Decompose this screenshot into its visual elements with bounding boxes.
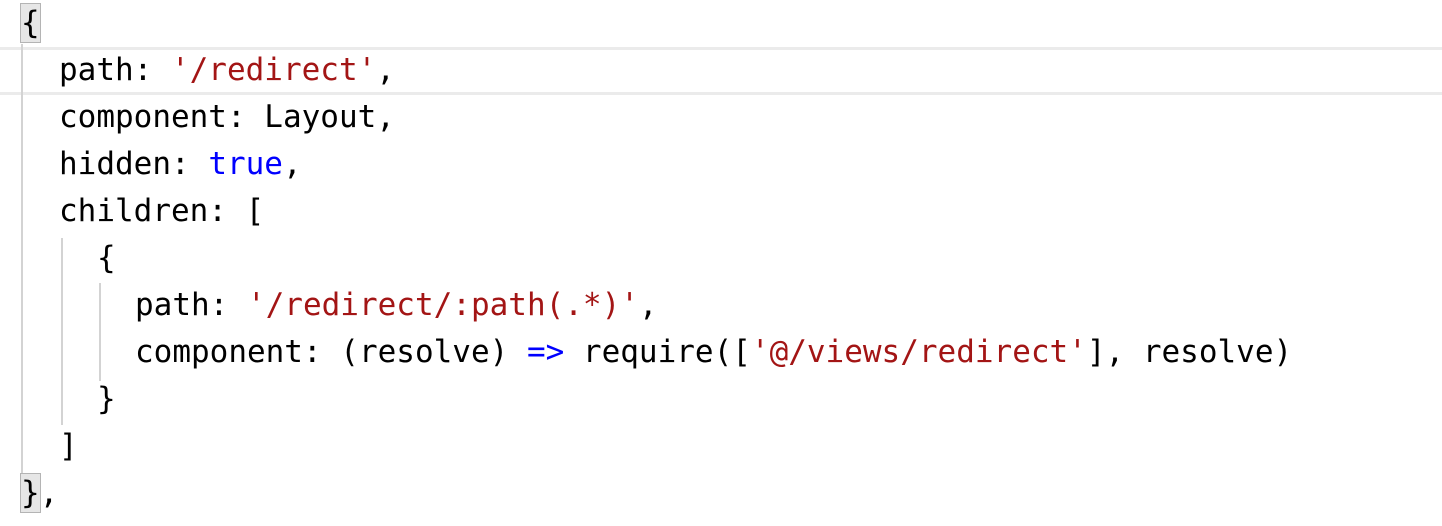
matched-brace: } xyxy=(20,473,41,513)
code-token: , xyxy=(376,52,395,88)
code-token: children: [ xyxy=(59,193,265,229)
indent-guide xyxy=(61,238,63,425)
code-token: path: xyxy=(59,52,171,88)
keyword-token: true xyxy=(208,146,283,182)
code-line[interactable]: component: Layout, xyxy=(59,94,395,141)
code-token: } xyxy=(97,381,116,417)
code-line[interactable]: path: '/redirect', xyxy=(59,47,395,94)
code-line[interactable]: ] xyxy=(59,423,78,470)
code-token: ], resolve) xyxy=(1086,334,1293,370)
code-line[interactable]: children: [ xyxy=(59,188,264,235)
code-token: , xyxy=(282,146,302,182)
indent-guide xyxy=(99,283,101,381)
indent-guide xyxy=(21,44,23,480)
code-line[interactable]: component: (resolve) => require(['@/view… xyxy=(135,329,1292,376)
string-token: '@/views/redirect' xyxy=(750,334,1087,370)
code-token: component: Layout, xyxy=(59,99,395,135)
string-token: '/redirect' xyxy=(170,52,377,88)
code-token: require([ xyxy=(564,334,751,370)
code-token: component: (resolve) xyxy=(135,334,527,370)
code-token: , xyxy=(39,475,59,511)
code-line[interactable]: hidden: true, xyxy=(59,141,302,188)
code-token: ] xyxy=(59,428,78,464)
code-line[interactable]: } xyxy=(97,376,116,423)
code-line[interactable]: { xyxy=(97,235,116,282)
code-token: { xyxy=(97,240,116,276)
code-token: hidden: xyxy=(59,146,209,182)
code-editor[interactable]: { path: '/redirect', component: Layout, hid… xyxy=(0,0,1442,526)
matched-brace: { xyxy=(20,3,41,43)
code-token: path: xyxy=(135,287,247,323)
code-line[interactable]: }, xyxy=(20,470,59,517)
operator-token: => xyxy=(526,334,565,370)
string-token: '/redirect/:path(.*)' xyxy=(246,287,639,323)
code-line[interactable]: path: '/redirect/:path(.*)', xyxy=(135,282,658,329)
code-line[interactable]: { xyxy=(20,0,41,47)
code-token: , xyxy=(638,287,658,323)
